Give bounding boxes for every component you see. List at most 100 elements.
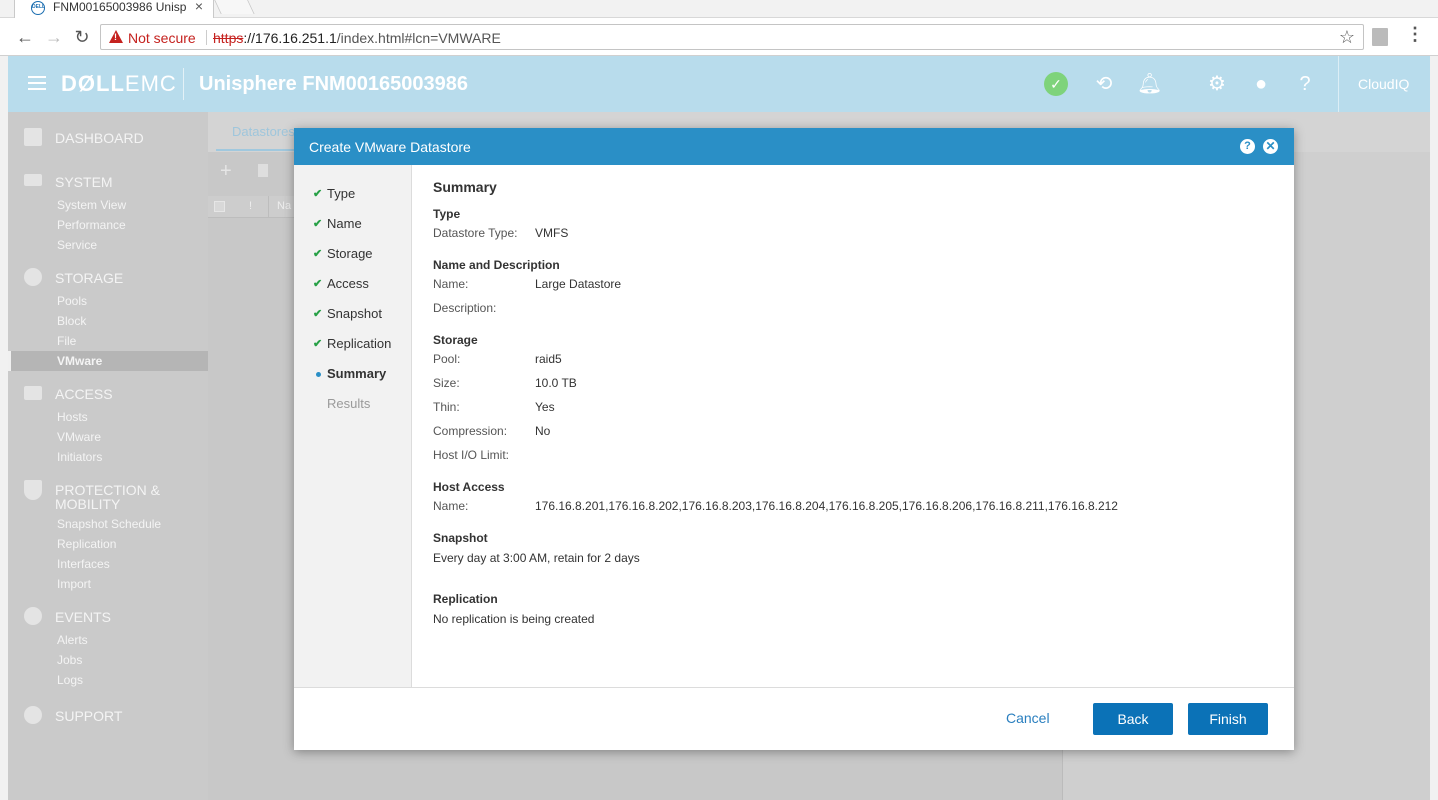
dell-favicon-icon: DELL xyxy=(31,1,45,15)
compression-value: No xyxy=(535,424,551,438)
bookmark-star-icon[interactable]: ☆ xyxy=(1339,27,1355,48)
new-tab-button[interactable] xyxy=(211,0,255,14)
sidebar-item-logs[interactable]: Logs xyxy=(57,673,83,687)
sidebar-item-replication[interactable]: Replication xyxy=(57,537,116,551)
check-icon: ✔ xyxy=(313,218,323,230)
add-icon[interactable]: + xyxy=(220,160,232,183)
sidebar-storage[interactable]: STORAGE xyxy=(55,270,123,286)
url-scheme: https xyxy=(213,30,244,46)
host-name-label: Name: xyxy=(433,499,469,513)
help-icon[interactable]: ? xyxy=(1293,72,1317,96)
sidebar-item-storage-vmware[interactable]: VMware xyxy=(57,354,102,368)
grid-col-name[interactable]: Na xyxy=(277,200,291,212)
sidebar-item-snapshot-schedule[interactable]: Snapshot Schedule xyxy=(57,517,161,531)
tab-datastores[interactable]: Datastores xyxy=(232,124,295,139)
sidebar-support[interactable]: SUPPORT xyxy=(55,708,122,724)
select-all-checkbox[interactable] xyxy=(214,201,225,212)
host-access-heading: Host Access xyxy=(433,480,505,494)
dialog-title: Create VMware Datastore xyxy=(309,139,471,155)
current-step-dot-icon xyxy=(316,372,321,377)
address-bar[interactable]: Not secure https://176.16.251.1/index.ht… xyxy=(100,24,1364,50)
back-button[interactable]: Back xyxy=(1093,703,1173,735)
url-text[interactable]: https://176.16.251.1/index.html#lcn=VMWA… xyxy=(213,30,501,46)
dialog-footer: Cancel Back Finish xyxy=(294,687,1294,750)
browser-menu-icon[interactable]: ⋮ xyxy=(1406,24,1424,45)
system-icon xyxy=(24,174,42,186)
sidebar-item-jobs[interactable]: Jobs xyxy=(57,653,82,667)
sidebar-events[interactable]: EVENTS xyxy=(55,609,111,625)
sidebar-item-block[interactable]: Block xyxy=(57,314,86,328)
step-summary[interactable]: Summary xyxy=(294,365,412,385)
pdf-extension-icon[interactable] xyxy=(1372,28,1388,46)
dialog-close-icon[interactable]: ✕ xyxy=(1263,139,1278,154)
dashboard-icon xyxy=(24,128,42,146)
delete-trash-icon[interactable] xyxy=(258,164,268,177)
sidebar-item-performance[interactable]: Performance xyxy=(57,218,126,232)
sidebar-active-highlight xyxy=(8,351,208,371)
pool-label: Pool: xyxy=(433,352,461,366)
step-results: Results xyxy=(294,395,412,415)
tab-underline xyxy=(216,149,296,151)
storage-icon xyxy=(24,268,42,286)
finish-button[interactable]: Finish xyxy=(1188,703,1268,735)
snapshot-heading: Snapshot xyxy=(433,531,488,545)
snapshot-value: Every day at 3:00 AM, retain for 2 days xyxy=(433,551,640,565)
sidebar-item-system-view[interactable]: System View xyxy=(57,198,126,212)
step-access[interactable]: ✔ Access xyxy=(294,275,412,295)
sidebar-item-file[interactable]: File xyxy=(57,334,76,348)
wizard-steps: ✔ Type ✔ Name ✔ Storage ✔ Access ✔ Snaps… xyxy=(294,165,412,687)
cancel-button[interactable]: Cancel xyxy=(1006,710,1050,726)
name-label: Name: xyxy=(433,277,469,291)
browser-tab[interactable]: DELL FNM00165003986 Unisp × xyxy=(14,0,214,18)
step-storage[interactable]: ✔ Storage xyxy=(294,245,412,265)
back-arrow-icon[interactable]: ← xyxy=(14,26,36,48)
user-icon[interactable]: ● xyxy=(1249,72,1273,96)
not-secure-label[interactable]: Not secure xyxy=(128,30,196,46)
hamburger-menu-icon[interactable] xyxy=(28,76,46,90)
status-ok-icon[interactable]: ✓ xyxy=(1044,72,1068,96)
support-icon xyxy=(24,706,42,724)
replication-value: No replication is being created xyxy=(433,612,595,626)
dell-emc-logo: DØLLEMC xyxy=(61,71,177,96)
sidebar-item-service[interactable]: Service xyxy=(57,238,97,252)
create-datastore-dialog: Create VMware Datastore ? ✕ ✔ Type ✔ Nam… xyxy=(294,128,1294,750)
step-label: Type xyxy=(327,186,356,201)
cloudiq-logo[interactable]: CloudIQ xyxy=(1358,76,1409,92)
browser-tabstrip: DELL FNM00165003986 Unisp × xyxy=(0,0,1438,18)
storage-heading: Storage xyxy=(433,333,478,347)
forward-arrow-icon[interactable]: → xyxy=(43,26,65,48)
summary-title: Summary xyxy=(433,179,497,195)
alerts-bell-icon[interactable]: 🔔︎ xyxy=(1137,72,1162,96)
history-icon[interactable]: ⟲ xyxy=(1092,72,1116,96)
sidebar-protection-line2[interactable]: MOBILITY xyxy=(55,496,120,512)
step-type[interactable]: ✔ Type xyxy=(294,185,412,205)
sidebar-item-initiators[interactable]: Initiators xyxy=(57,450,102,464)
gear-icon[interactable]: ⚙ xyxy=(1205,72,1229,96)
sidebar-active-bar xyxy=(8,351,11,371)
type-heading: Type xyxy=(433,207,461,221)
reload-icon[interactable]: ↻ xyxy=(71,26,93,48)
name-description-heading: Name and Description xyxy=(433,258,560,272)
pool-value: raid5 xyxy=(535,352,562,366)
sidebar-item-pools[interactable]: Pools xyxy=(57,294,87,308)
sidebar-item-interfaces[interactable]: Interfaces xyxy=(57,557,110,571)
host-io-limit-label: Host I/O Limit: xyxy=(433,448,510,462)
tab-close-icon[interactable]: × xyxy=(195,0,203,14)
sidebar-item-alerts[interactable]: Alerts xyxy=(57,633,88,647)
step-label: Results xyxy=(327,396,371,411)
dialog-help-icon[interactable]: ? xyxy=(1240,139,1255,154)
sidebar-system[interactable]: SYSTEM xyxy=(55,174,113,190)
step-replication[interactable]: ✔ Replication xyxy=(294,335,412,355)
sidebar-access[interactable]: ACCESS xyxy=(55,386,113,402)
sidebar-dashboard[interactable]: DASHBOARD xyxy=(55,130,144,146)
app-title: Unisphere FNM00165003986 xyxy=(199,73,469,95)
sidebar-item-access-vmware[interactable]: VMware xyxy=(57,430,101,444)
grid-col-flag[interactable]: ! xyxy=(249,200,252,212)
compression-label: Compression: xyxy=(433,424,508,438)
grid-col-divider xyxy=(268,196,269,218)
step-snapshot[interactable]: ✔ Snapshot xyxy=(294,305,412,325)
sidebar-item-hosts[interactable]: Hosts xyxy=(57,410,88,424)
step-name[interactable]: ✔ Name xyxy=(294,215,412,235)
datastore-type-value: VMFS xyxy=(535,226,569,240)
sidebar-item-import[interactable]: Import xyxy=(57,577,91,591)
